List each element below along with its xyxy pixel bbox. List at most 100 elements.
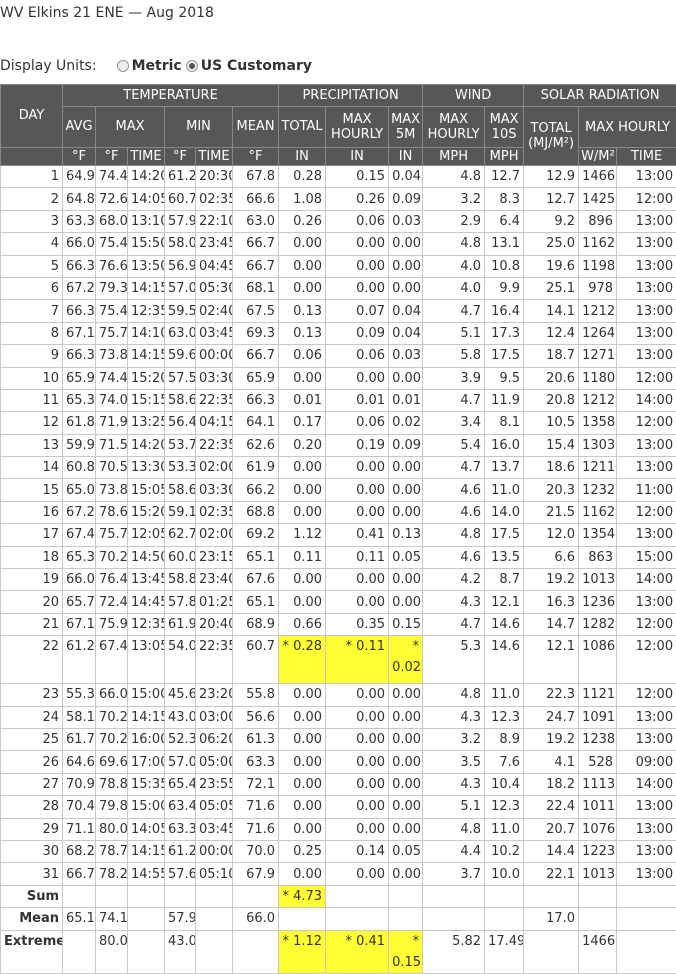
table-cell: Sum — [1, 885, 63, 907]
precip-total-header: TOTAL — [279, 107, 326, 148]
us-customary-radio[interactable]: US Customary — [186, 58, 312, 74]
table-cell: 17.5 — [485, 345, 524, 367]
table-cell: 06:20 — [196, 728, 233, 750]
table-cell: 61.2 — [165, 166, 196, 188]
table-cell: 1162 — [579, 233, 617, 255]
table-cell: 14:05 — [128, 818, 165, 840]
table-cell: 0.00 — [279, 457, 326, 479]
table-cell: 74.4 — [96, 367, 128, 389]
table-cell: 18 — [1, 546, 63, 568]
table-cell: 8.9 — [485, 728, 524, 750]
table-cell: 15:20 — [128, 367, 165, 389]
table-cell: 0.14 — [326, 840, 389, 862]
table-cell: 13:00 — [617, 796, 676, 818]
table-cell: 0.01 — [389, 389, 423, 411]
table-cell: 0.17 — [279, 412, 326, 434]
table-cell: 12.4 — [524, 322, 579, 344]
table-cell: Extreme — [1, 930, 63, 973]
table-cell: 0.00 — [279, 569, 326, 591]
table-cell: 0.25 — [279, 840, 326, 862]
table-cell: 66.7 — [233, 255, 279, 277]
table-cell: 14.4 — [524, 840, 579, 862]
table-cell: 10.2 — [485, 840, 524, 862]
table-cell: 0.06 — [326, 210, 389, 232]
table-cell: 3.9 — [423, 367, 485, 389]
table-cell: 59.6 — [165, 345, 196, 367]
table-cell: 65.7 — [63, 591, 96, 613]
table-cell: 0.04 — [389, 300, 423, 322]
table-cell: 0.09 — [326, 322, 389, 344]
table-cell: 12:35 — [128, 613, 165, 635]
table-cell: 1011 — [579, 796, 617, 818]
table-cell: 12:00 — [617, 501, 676, 523]
table-cell: 55.3 — [63, 684, 96, 706]
table-cell: 0.00 — [389, 255, 423, 277]
table-cell: 14:55 — [128, 863, 165, 885]
table-cell: 70.2 — [96, 728, 128, 750]
table-cell: 18.2 — [524, 773, 579, 795]
table-cell: 11.9 — [485, 389, 524, 411]
table-cell: 14 — [1, 457, 63, 479]
us-customary-radio-circle[interactable] — [186, 60, 198, 72]
table-cell: 1198 — [579, 255, 617, 277]
table-cell — [128, 885, 165, 907]
table-cell: 09:00 — [617, 751, 676, 773]
table-cell: 64.6 — [63, 751, 96, 773]
table-cell: 73.8 — [96, 479, 128, 501]
table-cell: 1013 — [579, 569, 617, 591]
table-cell: 0.06 — [326, 412, 389, 434]
table-cell: 02:35 — [196, 188, 233, 210]
table-row: 164.974.414:2061.220:3067.80.280.150.044… — [1, 166, 676, 188]
wind-max-10s-header: MAX 10S — [485, 107, 524, 148]
table-cell: 4.1 — [524, 751, 579, 773]
table-cell — [617, 908, 676, 930]
table-cell: 12:00 — [617, 684, 676, 706]
table-cell — [579, 908, 617, 930]
table-cell: 14:45 — [128, 591, 165, 613]
table-cell: 79.3 — [96, 277, 128, 299]
table-row: 2664.669.617:0057.005:0063.30.000.000.00… — [1, 751, 676, 773]
metric-radio-circle[interactable] — [117, 60, 129, 72]
table-cell: 04:45 — [196, 255, 233, 277]
table-cell: 12.3 — [485, 706, 524, 728]
table-row: 2561.770.216:0052.306:2061.30.000.000.00… — [1, 728, 676, 750]
table-cell: 0.00 — [389, 479, 423, 501]
table-cell: 0.00 — [389, 684, 423, 706]
table-cell: 62.6 — [233, 434, 279, 456]
table-cell: 01:25 — [196, 591, 233, 613]
table-cell: 10.5 — [524, 412, 579, 434]
table-cell: 3.7 — [423, 863, 485, 885]
table-row: 363.368.013:1057.922:1063.00.260.060.032… — [1, 210, 676, 232]
table-cell: 12.7 — [524, 188, 579, 210]
unit-precip-5m: IN — [389, 148, 423, 166]
summary-row: Sum* 4.73 — [1, 885, 676, 907]
table-cell: 57.9 — [165, 210, 196, 232]
table-cell: 13:45 — [128, 569, 165, 591]
table-cell: 02:00 — [196, 457, 233, 479]
table-cell: *0.15 — [389, 930, 423, 973]
table-row: 2971.180.014:0563.303:4571.60.000.000.00… — [1, 818, 676, 840]
table-cell: 57.5 — [165, 367, 196, 389]
table-cell: 0.06 — [279, 345, 326, 367]
unit-solar-time: TIME — [617, 148, 676, 166]
table-cell — [165, 885, 196, 907]
min-header: MIN — [165, 107, 233, 148]
table-cell: 74.1 — [96, 908, 128, 930]
table-cell: 0.26 — [279, 210, 326, 232]
table-cell: 13:00 — [617, 434, 676, 456]
table-cell: 25.0 — [524, 233, 579, 255]
table-cell: 0.00 — [326, 501, 389, 523]
metric-radio[interactable]: Metric — [117, 58, 182, 74]
table-cell: 23:55 — [196, 773, 233, 795]
table-cell: 6.4 — [485, 210, 524, 232]
table-cell: 4.0 — [423, 277, 485, 299]
table-cell: 0.00 — [279, 367, 326, 389]
table-cell: 72.4 — [96, 591, 128, 613]
table-cell: 53.7 — [165, 434, 196, 456]
table-cell: 0.00 — [326, 233, 389, 255]
table-cell: 1236 — [579, 591, 617, 613]
table-cell: 8.7 — [485, 569, 524, 591]
table-cell: 0.01 — [326, 389, 389, 411]
table-cell: 64.9 — [63, 166, 96, 188]
table-cell: 0.00 — [389, 591, 423, 613]
